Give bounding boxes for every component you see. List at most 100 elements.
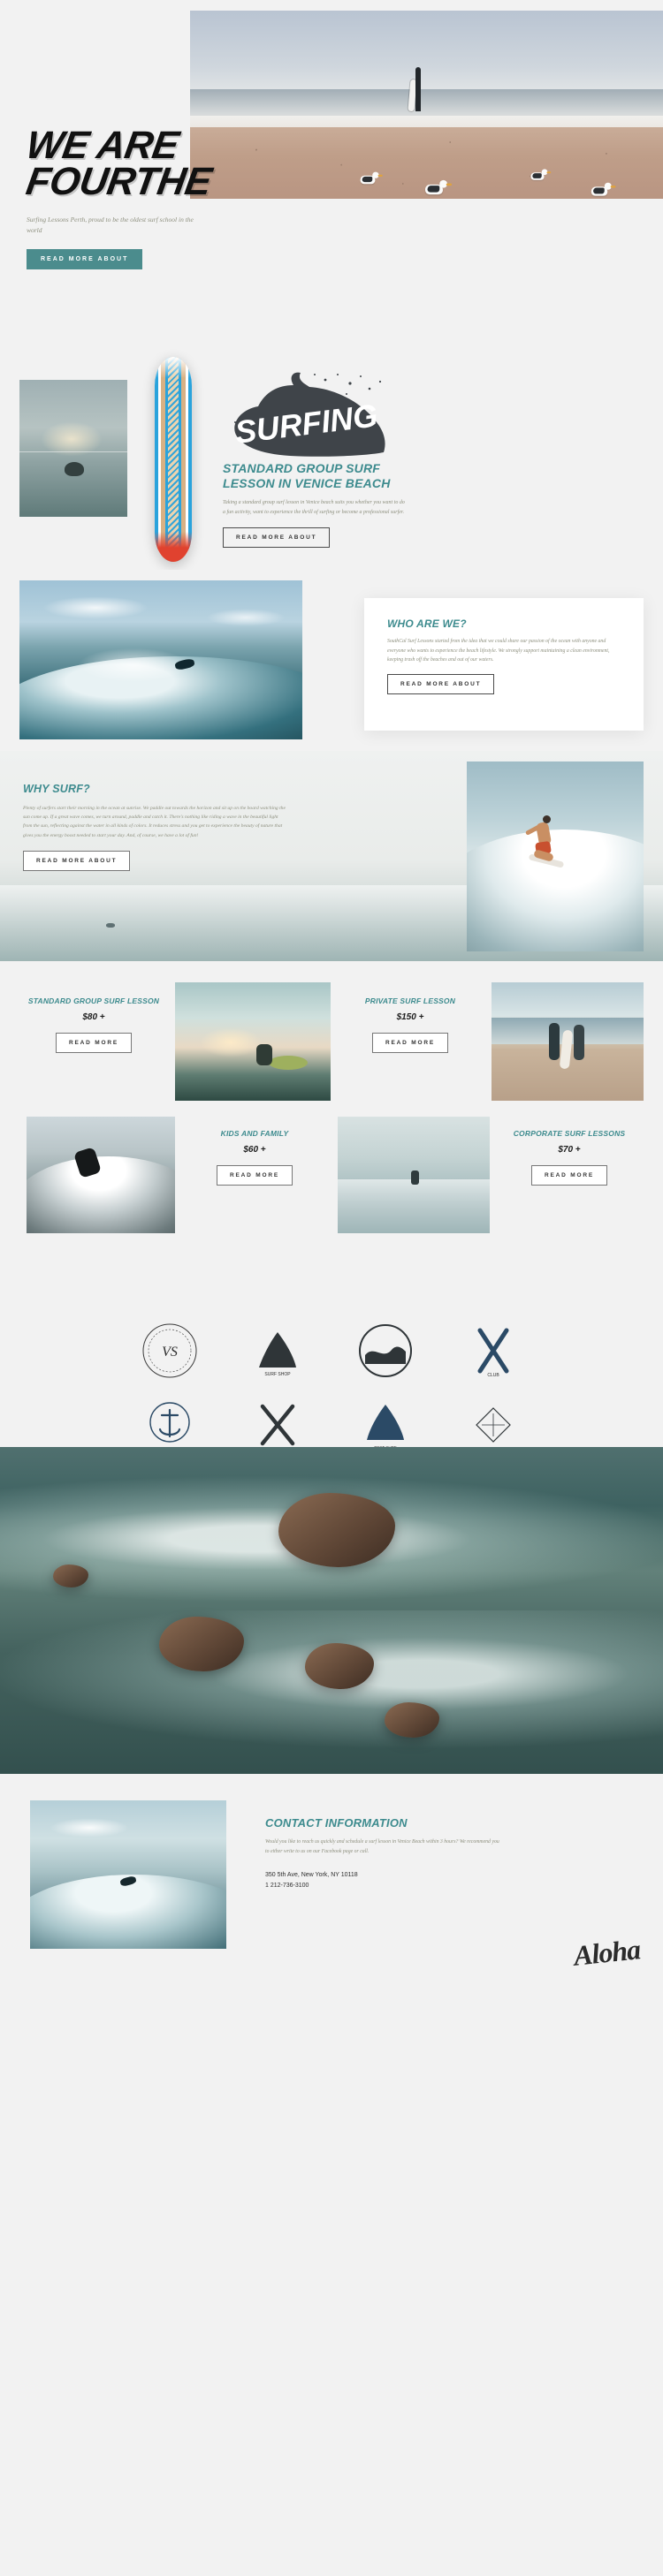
surfer-figure bbox=[255, 1043, 272, 1065]
crossed-boards-club-badge: CLUB bbox=[464, 1322, 522, 1380]
who-card: WHO ARE WE? SouthCal Surf Lessons starte… bbox=[364, 598, 644, 731]
surfer-figure bbox=[410, 1170, 419, 1185]
surfer-head bbox=[543, 814, 551, 823]
wave bbox=[27, 1155, 175, 1233]
anchor-club-badge: CLUB bbox=[141, 1396, 199, 1454]
person bbox=[549, 1022, 560, 1060]
contact-image bbox=[30, 1800, 226, 1949]
wave-spray bbox=[76, 647, 191, 683]
surfer-figure bbox=[524, 814, 565, 874]
pricing-read-more-button[interactable]: READ MORE bbox=[56, 1033, 132, 1054]
pricing-price: $150 + bbox=[396, 1012, 424, 1023]
why-surf-section: WHY SURF? Plenty of surfers start their … bbox=[0, 751, 663, 961]
lesson-copy: STANDARD GROUP SURF LESSON IN VENICE BEA… bbox=[223, 461, 408, 549]
pricing-section: STANDARD GROUP SURF LESSON $80 + READ MO… bbox=[0, 961, 663, 1288]
pricing-title: KIDS AND FAMILY bbox=[220, 1129, 289, 1138]
badge-row-1: VS SURF SHOP CLUB bbox=[0, 1322, 663, 1380]
pricing-price: $60 + bbox=[243, 1145, 266, 1155]
wave bbox=[30, 1875, 226, 1949]
distant-surfer bbox=[106, 922, 115, 928]
rock bbox=[385, 1701, 439, 1738]
aloha-signature: Aloha bbox=[572, 1933, 642, 1972]
badge-row-2: CLUB SURFING SCHOOL BEST SURF SURF CAMP bbox=[0, 1396, 663, 1454]
svg-text:CLUB: CLUB bbox=[487, 1373, 499, 1378]
pricing-price: $70 + bbox=[558, 1145, 581, 1155]
seagull bbox=[530, 169, 552, 180]
contact-copy: CONTACT INFORMATION Would you like to re… bbox=[265, 1816, 530, 1891]
wave-circle-badge bbox=[356, 1322, 415, 1380]
why-read-more-button[interactable]: READ MORE ABOUT bbox=[23, 851, 131, 872]
person bbox=[573, 1025, 584, 1061]
pricing-image-corporate bbox=[338, 1117, 490, 1233]
cloud bbox=[205, 609, 286, 627]
hero-copy: WE ARE FOURTHE Surfing Lessons Perth, pr… bbox=[23, 124, 318, 269]
vs-monogram-badge: VS bbox=[141, 1322, 199, 1380]
svg-text:SURF SHOP: SURF SHOP bbox=[264, 1372, 291, 1377]
surfboard-tail bbox=[155, 532, 192, 562]
lesson-read-more-button[interactable]: READ MORE ABOUT bbox=[223, 527, 331, 549]
contact-description: Would you like to reach us quickly and s… bbox=[265, 1839, 499, 1854]
pricing-title: CORPORATE SURF LESSONS bbox=[513, 1129, 626, 1138]
who-description: SouthCal Surf Lessons started from the i… bbox=[387, 639, 610, 663]
why-copy: WHY SURF? Plenty of surfers start their … bbox=[23, 783, 306, 872]
cloud bbox=[50, 1818, 130, 1838]
seagull bbox=[424, 179, 452, 194]
contact-title: CONTACT INFORMATION bbox=[265, 1816, 408, 1830]
pricing-card-corporate: CORPORATE SURF LESSONS $70 + READ MORE bbox=[502, 1129, 636, 1186]
surfboard-graphic bbox=[155, 357, 192, 562]
contact-address: 350 5th Ave, New York, NY 10118 bbox=[265, 1872, 358, 1879]
pricing-card-standard-group: STANDARD GROUP SURF LESSON $80 + READ MO… bbox=[27, 996, 161, 1054]
surfing-dolphin-logo: SURFING bbox=[219, 367, 396, 465]
best-surf-pro-badge: BEST SURF bbox=[356, 1396, 415, 1454]
pricing-title: PRIVATE SURF LESSON bbox=[364, 996, 456, 1005]
why-title: WHY SURF? bbox=[23, 783, 90, 795]
shark-fin-badge: SURF SHOP bbox=[248, 1322, 307, 1380]
hero-surfer-figure bbox=[408, 66, 424, 113]
lesson-section: SURFING STANDARD GROUP SURF LESSON IN VE… bbox=[0, 353, 663, 570]
svg-text:VS: VS bbox=[162, 1345, 178, 1360]
contact-section: CONTACT INFORMATION Would you like to re… bbox=[0, 1774, 663, 1981]
cloud bbox=[42, 596, 149, 619]
pricing-read-more-button[interactable]: READ MORE bbox=[217, 1165, 293, 1186]
pricing-read-more-button[interactable]: READ MORE bbox=[531, 1165, 607, 1186]
hero-title-line-1: WE ARE bbox=[23, 124, 182, 167]
pricing-title: STANDARD GROUP SURF LESSON bbox=[27, 996, 160, 1005]
lesson-title: STANDARD GROUP SURF LESSON IN VENICE BEA… bbox=[223, 461, 391, 490]
surfing-school-badge: SURFING SCHOOL bbox=[248, 1396, 307, 1454]
pricing-read-more-button[interactable]: READ MORE bbox=[372, 1033, 448, 1054]
lesson-description: Taking a standard group surf lesson in V… bbox=[223, 500, 405, 515]
wave bbox=[338, 1179, 490, 1233]
hero-subtitle: Surfing Lessons Perth, proud to be the o… bbox=[27, 215, 194, 235]
pricing-image-kids-family bbox=[27, 1117, 175, 1233]
hero-section: WE ARE FOURTHE Surfing Lessons Perth, pr… bbox=[0, 0, 663, 353]
dolphin-icon: SURFING bbox=[233, 372, 385, 457]
who-image bbox=[19, 580, 302, 739]
seagull bbox=[360, 171, 383, 185]
why-description: Plenty of surfers start their morning in… bbox=[23, 805, 286, 838]
pricing-price: $80 + bbox=[82, 1012, 105, 1023]
lesson-side-image bbox=[19, 380, 127, 517]
pricing-image-private bbox=[492, 982, 644, 1101]
who-read-more-button[interactable]: READ MORE ABOUT bbox=[387, 674, 495, 695]
contact-phone: 1 212-736-3100 bbox=[265, 1883, 309, 1890]
aerial-ocean-section bbox=[0, 1447, 663, 1774]
hero-surfer-body bbox=[415, 66, 422, 97]
sun-glow bbox=[200, 1027, 263, 1057]
horizon-line bbox=[19, 451, 127, 452]
partner-badges-section: VS SURF SHOP CLUB CLUB SURFING SCHOOL BE… bbox=[0, 1288, 663, 1452]
who-title: WHO ARE WE? bbox=[387, 617, 467, 630]
diamond-line-badge: SURF CAMP bbox=[464, 1396, 522, 1454]
seagull bbox=[591, 182, 616, 196]
surfboard bbox=[268, 1056, 308, 1071]
surfboard-nose bbox=[155, 357, 192, 378]
pricing-card-kids-family: KIDS AND FAMILY $60 + READ MORE bbox=[187, 1129, 322, 1186]
hero-read-more-button[interactable]: READ MORE ABOUT bbox=[27, 248, 143, 269]
who-we-are-section: WHO ARE WE? SouthCal Surf Lessons starte… bbox=[0, 570, 663, 751]
pricing-card-private: PRIVATE SURF LESSON $150 + READ MORE bbox=[343, 996, 477, 1054]
hero-surfer-legs bbox=[415, 93, 422, 111]
landing-page: WE ARE FOURTHE Surfing Lessons Perth, pr… bbox=[0, 0, 663, 1981]
paddling-surfer bbox=[65, 462, 85, 476]
hero-title-line-2: FOURTHE bbox=[23, 159, 215, 203]
why-image bbox=[467, 761, 644, 951]
pricing-image-standard-group bbox=[175, 982, 331, 1101]
